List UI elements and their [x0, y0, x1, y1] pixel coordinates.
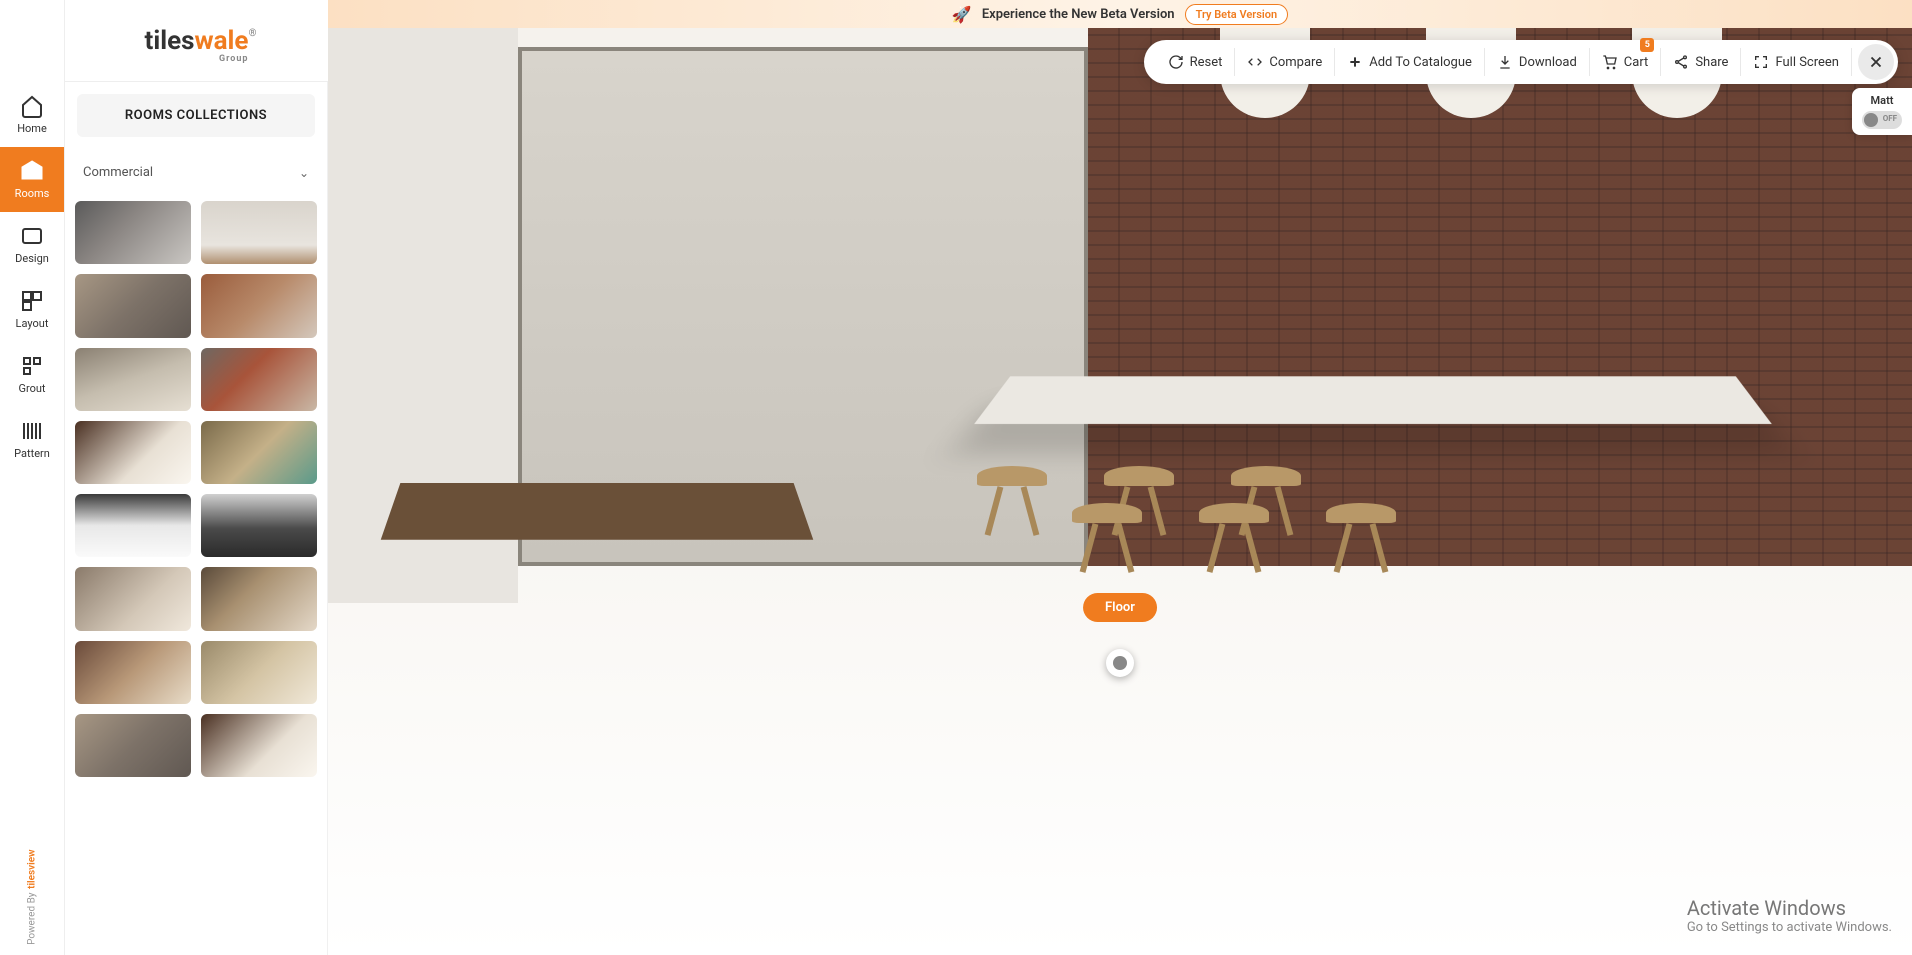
grout-icon [20, 354, 44, 378]
watermark-heading: Activate Windows [1687, 896, 1892, 920]
cart-badge: 5 [1640, 38, 1654, 52]
layout-icon [20, 289, 44, 313]
room-scene [328, 28, 1912, 955]
room-thumbnail[interactable] [75, 274, 191, 337]
left-nav: Home Rooms Design Layout Grout Pattern P… [0, 0, 65, 955]
matt-toggle[interactable]: OFF [1862, 111, 1902, 129]
nav-design[interactable]: Design [0, 212, 64, 277]
room-thumbnail[interactable] [75, 494, 191, 557]
add-catalogue-button[interactable]: Add To Catalogue [1335, 48, 1485, 76]
design-icon [20, 224, 44, 248]
nav-label: Grout [18, 382, 45, 395]
room-thumbnail[interactable] [201, 201, 317, 264]
toolbar-label: Share [1695, 55, 1728, 70]
toolbar-label: Download [1519, 55, 1577, 70]
scene-chair [1072, 473, 1142, 573]
toolbar-label: Compare [1269, 55, 1322, 70]
nav-grout[interactable]: Grout [0, 342, 64, 407]
nav-label: Design [15, 252, 49, 265]
floor-hotspot-label[interactable]: Floor [1083, 593, 1157, 622]
rooms-icon [20, 159, 44, 183]
logo[interactable]: tileswale ® Group [145, 26, 249, 56]
try-beta-button[interactable]: Try Beta Version [1185, 4, 1289, 25]
beta-text: Experience the New Beta Version [982, 7, 1175, 22]
reset-icon [1168, 54, 1184, 70]
toolbar: Reset Compare Add To Catalogue Download … [1144, 40, 1898, 84]
powered-by: Powered By tilesview [0, 839, 64, 955]
compare-button[interactable]: Compare [1235, 48, 1335, 76]
toolbar-label: Add To Catalogue [1369, 55, 1472, 70]
logo-group: Group [219, 54, 248, 64]
scene-chair [1326, 473, 1396, 573]
room-thumbnail[interactable] [201, 714, 317, 777]
room-thumbnail[interactable] [201, 421, 317, 484]
watermark-sub: Go to Settings to activate Windows. [1687, 920, 1892, 935]
pattern-icon [20, 419, 44, 443]
logo-header: tileswale ® Group [65, 0, 328, 82]
toggle-knob [1864, 113, 1878, 127]
room-thumbnail[interactable] [201, 274, 317, 337]
close-icon [1867, 53, 1885, 71]
nav-pattern[interactable]: Pattern [0, 407, 64, 472]
powered-by-brand: tilesview [27, 849, 38, 888]
nav-home[interactable]: Home [0, 82, 64, 147]
download-icon [1497, 54, 1513, 70]
room-viewport[interactable]: Floor Activate Windows Go to Settings to… [328, 28, 1912, 955]
scene-chair [1199, 473, 1269, 573]
reset-button[interactable]: Reset [1156, 48, 1236, 76]
room-thumbnail[interactable] [201, 567, 317, 630]
room-thumbnail[interactable] [75, 201, 191, 264]
scene-table [974, 376, 1772, 424]
fullscreen-icon [1753, 54, 1769, 70]
compare-icon [1247, 54, 1263, 70]
share-button[interactable]: Share [1661, 48, 1741, 76]
matt-label: Matt [1871, 94, 1894, 107]
logo-reg: ® [249, 28, 257, 39]
toolbar-label: Reset [1190, 55, 1223, 70]
room-thumbnail[interactable] [75, 348, 191, 411]
room-thumbnail[interactable] [201, 641, 317, 704]
cart-icon [1602, 54, 1618, 70]
toolbar-label: Full Screen [1775, 55, 1839, 70]
beta-banner: 🚀 Experience the New Beta Version Try Be… [328, 0, 1912, 28]
collections-header: ROOMS COLLECTIONS [77, 94, 315, 137]
logo-part1: tiles [145, 26, 195, 56]
share-icon [1673, 54, 1689, 70]
cart-button[interactable]: Cart 5 [1590, 48, 1662, 76]
powered-by-text: Powered By [27, 893, 38, 945]
download-button[interactable]: Download [1485, 48, 1590, 76]
toolbar-label: Cart [1624, 55, 1649, 70]
scene-floor [328, 510, 1912, 955]
scene-bench [381, 483, 813, 540]
nav-label: Pattern [14, 447, 50, 460]
room-thumbnail[interactable] [75, 714, 191, 777]
logo-part2: wale [195, 26, 249, 56]
category-dropdown[interactable]: Commercial ⌄ [77, 157, 315, 189]
dropdown-value: Commercial [83, 165, 153, 180]
windows-watermark: Activate Windows Go to Settings to activ… [1687, 896, 1892, 935]
plus-icon [1347, 54, 1363, 70]
home-icon [20, 94, 44, 118]
room-thumbnail[interactable] [201, 348, 317, 411]
room-thumbnail[interactable] [201, 494, 317, 557]
floor-hotspot-dot[interactable] [1106, 649, 1134, 677]
close-button[interactable] [1858, 44, 1894, 80]
room-thumbnails[interactable] [65, 201, 327, 955]
nav-rooms[interactable]: Rooms [0, 147, 64, 212]
nav-label: Home [17, 122, 47, 135]
nav-label: Rooms [15, 187, 50, 200]
fullscreen-button[interactable]: Full Screen [1741, 48, 1852, 76]
scene-chair [977, 436, 1047, 536]
sidebar: ROOMS COLLECTIONS Commercial ⌄ [65, 82, 328, 955]
toggle-off-text: OFF [1883, 114, 1897, 123]
room-thumbnail[interactable] [75, 641, 191, 704]
rocket-icon: 🚀 [952, 5, 972, 24]
matt-toggle-panel: Matt OFF [1852, 88, 1912, 135]
room-thumbnail[interactable] [75, 421, 191, 484]
chevron-down-icon: ⌄ [299, 166, 309, 180]
nav-label: Layout [16, 317, 49, 330]
nav-layout[interactable]: Layout [0, 277, 64, 342]
room-thumbnail[interactable] [75, 567, 191, 630]
